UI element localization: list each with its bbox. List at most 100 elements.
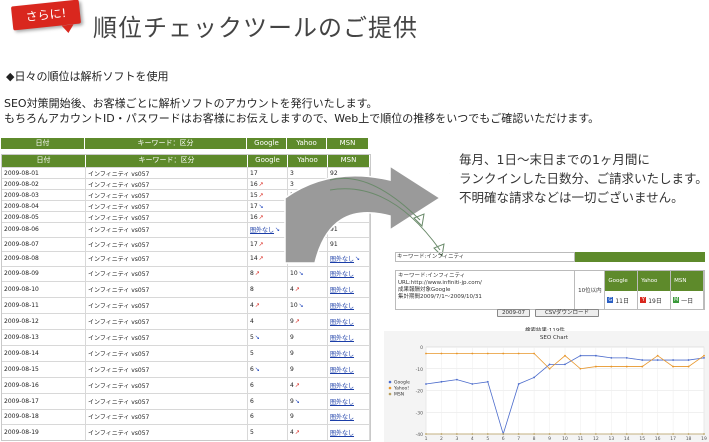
month-select-button[interactable]: 2009-07 <box>497 309 530 317</box>
legend-label: Google <box>394 380 410 386</box>
badge-tail <box>61 24 75 34</box>
cell-google: 4 <box>248 314 288 330</box>
y-tick-label: -20 <box>416 389 423 395</box>
legend-marker <box>388 380 392 384</box>
report-summary: キーワード:インフィニティ URL:http://www.infiniti-jp… <box>395 270 705 310</box>
x-tick-label: 13 <box>608 436 614 442</box>
header-google: Google <box>247 138 287 149</box>
report-info-period: 集計期間2009/7/1〜2009/10/31 <box>398 294 482 300</box>
data-point <box>641 433 644 435</box>
csv-download-button[interactable]: CSVダウンロード <box>535 309 599 317</box>
data-point <box>610 365 613 368</box>
cell-date: 2009-08-01 <box>2 168 86 178</box>
x-tick-label: 4 <box>471 436 474 442</box>
cell-date: 2009-08-18 <box>2 409 86 425</box>
cell-date: 2009-08-05 <box>2 212 86 222</box>
data-point <box>656 354 659 357</box>
report-google-value: G 11日 <box>607 297 629 305</box>
report-yahoo-label: Yahoo <box>638 271 671 291</box>
trend-arrow-icon: ↘ <box>254 334 260 341</box>
x-tick-label: 8 <box>533 436 536 442</box>
cell-yahoo: 9 <box>288 409 328 425</box>
data-point <box>641 359 644 361</box>
page-title: 順位チェックツールのご提供 <box>93 14 418 42</box>
data-point <box>579 433 582 435</box>
billing-notice: 毎月、1日〜末日までの1ヶ月間に ランクインした日数分、ご請求いたします。 不明… <box>459 150 708 207</box>
data-point <box>471 383 474 385</box>
x-tick-label: 1 <box>425 436 428 442</box>
data-point <box>656 433 659 435</box>
cell-keyword: インフィニティ vs057 <box>86 179 248 189</box>
cell-google: 8 ↗ <box>248 266 288 282</box>
data-point <box>533 352 536 355</box>
trend-arrow-icon: ↗ <box>258 191 264 199</box>
data-point <box>625 433 628 435</box>
data-point <box>486 433 489 435</box>
legend-marker <box>388 386 392 390</box>
header-date: 日付 <box>1 138 85 149</box>
report-msn-label: MSN <box>671 271 703 291</box>
cell-keyword: インフィニティ vs057 <box>86 282 248 298</box>
cell-yahoo: 4 ↗ <box>288 377 328 393</box>
cell-google: 6 <box>248 409 288 425</box>
data-point <box>656 359 659 361</box>
trend-arrow-icon: ↗ <box>294 318 300 326</box>
data-point <box>610 433 613 435</box>
table-row: 2009-08-11 インフィニティ vs057 4 ↗ 10 ↘ 圏外なし <box>2 297 370 314</box>
cell-msn: 圏外なし <box>328 409 370 425</box>
data-point <box>672 433 675 435</box>
table-row: 2009-08-15 インフィニティ vs057 6 ↘ 9 圏外なし <box>2 360 370 377</box>
col-keyword: キーワード：区分 <box>86 155 248 167</box>
cell-msn: 圏外なし <box>328 425 370 441</box>
trend-arrow-icon: ↗ <box>254 302 260 310</box>
y-tick-label: -40 <box>416 432 423 438</box>
cell-yahoo: 9 ↘ <box>288 393 328 409</box>
data-point <box>564 354 566 357</box>
y-tick-label: 0 <box>420 345 423 351</box>
data-point <box>610 356 613 359</box>
cell-date: 2009-08-08 <box>2 252 86 266</box>
cell-google: 6 <box>248 377 288 393</box>
trend-arrow-icon: ↗ <box>258 213 264 221</box>
msn-icon: M <box>673 297 680 303</box>
data-point <box>703 356 705 359</box>
data-point <box>564 363 566 366</box>
cell-yahoo: 4 ↗ <box>288 425 328 441</box>
legend-label: MSN <box>394 392 404 398</box>
cell-yahoo: 4 ↗ <box>288 282 328 298</box>
data-point <box>440 433 443 435</box>
x-tick-label: 7 <box>517 436 520 442</box>
cell-yahoo: 9 <box>288 361 328 377</box>
data-point <box>502 352 505 355</box>
description-line-2: もちろんアカウントID・パスワードはお客様にお伝えしますので、Web上で順位の推… <box>4 112 600 125</box>
cell-date: 2009-08-09 <box>2 266 86 282</box>
data-point <box>687 359 690 361</box>
data-point <box>425 383 427 385</box>
report-msn-value: M 一日 <box>673 297 694 305</box>
cell-keyword: インフィニティ vs057 <box>86 298 248 314</box>
cell-msn: 圏外なし <box>328 393 370 409</box>
data-point <box>579 367 582 370</box>
cell-google: 5 <box>248 425 288 441</box>
cell-date: 2009-08-19 <box>2 425 86 441</box>
report-msn: MSN M 一日 <box>671 271 704 309</box>
cell-keyword: インフィニティ vs057 <box>86 212 248 222</box>
legend-marker <box>388 392 392 396</box>
data-point <box>517 352 520 355</box>
cell-google: 8 <box>248 282 288 298</box>
report-rank-limit: 10位以内 <box>575 271 606 309</box>
header-msn: MSN <box>327 138 369 149</box>
description: SEO対策開始後、お客様ごとに解析ソフトのアカウントを発行いたします。 もちろん… <box>4 96 599 126</box>
cell-msn: 圏外なし <box>328 330 370 345</box>
data-point <box>594 354 597 357</box>
cell-yahoo: 10 ↘ <box>288 298 328 314</box>
data-point <box>517 383 520 385</box>
x-tick-label: 16 <box>655 436 661 442</box>
x-tick-label: 14 <box>624 436 630 442</box>
cell-google: 4 ↗ <box>248 298 288 314</box>
data-point <box>703 354 705 357</box>
cell-keyword: インフィニティ vs057 <box>86 314 248 330</box>
data-point <box>672 359 675 361</box>
x-tick-label: 11 <box>578 436 584 442</box>
connector-arrows <box>330 177 445 258</box>
